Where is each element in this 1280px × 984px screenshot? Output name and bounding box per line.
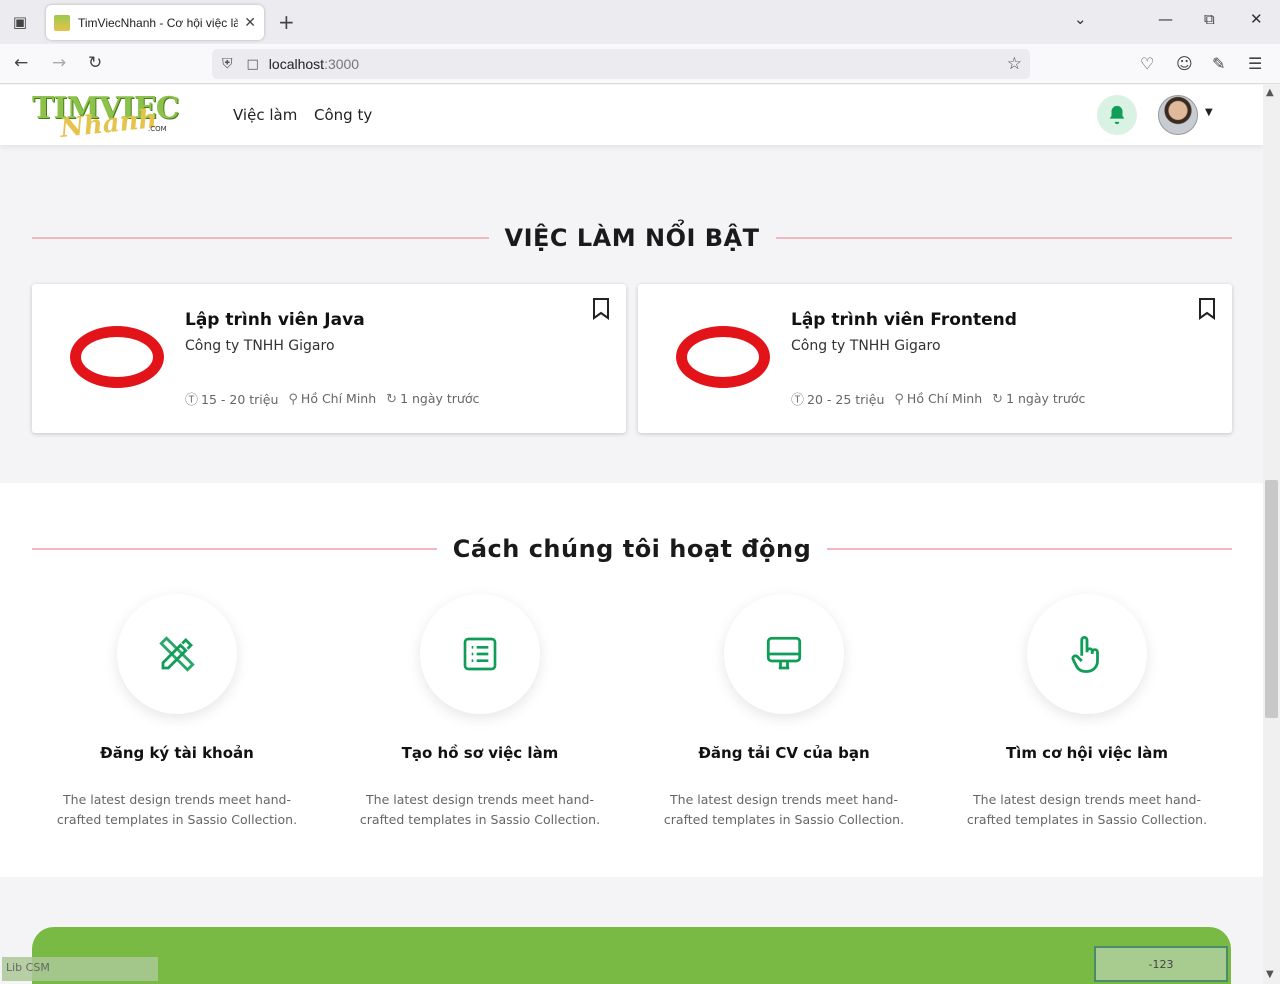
step-description: The latest design trends meet hand-craft…: [966, 792, 1208, 827]
dollar-icon: Ⓣ: [185, 393, 199, 408]
minimize-icon[interactable]: —: [1158, 10, 1173, 28]
company-logo: [70, 326, 164, 388]
clock-icon: ↻: [992, 391, 1004, 407]
step-title: Đăng tải CV của bạn: [698, 744, 870, 762]
bottom-section: [0, 877, 1263, 984]
job-card[interactable]: Lập trình viên Frontend Công ty TNHH Gig…: [638, 284, 1232, 433]
pointer-hand-icon: [1071, 636, 1099, 673]
account-icon[interactable]: ☺: [1176, 54, 1193, 73]
location-pin-icon: ⚲: [288, 391, 298, 407]
divider: [827, 548, 1233, 550]
how-title: Cách chúng tôi hoạt động: [452, 535, 812, 563]
job-company[interactable]: Công ty TNHH Gigaro: [185, 338, 335, 354]
counter-box[interactable]: -123: [1094, 946, 1228, 982]
new-tab-button[interactable]: +: [278, 10, 295, 34]
location: ⚲ Hồ Chí Minh: [894, 390, 983, 407]
step-item: Tìm cơ hội việc làm The latest design tr…: [947, 594, 1227, 830]
featured-title: VIỆC LÀM NỔI BẬT: [504, 224, 760, 252]
scroll-thumb[interactable]: [1265, 480, 1278, 718]
page-scrollbar[interactable]: ▲ ▼: [1263, 85, 1280, 984]
posted-time: ↻ 1 ngày trước: [992, 390, 1086, 407]
monitor-icon: [766, 636, 802, 670]
browser-nav-bar: ← → ↻ ⛨ □ localhost:3000 ☆ ♡ ☺ ✎ ☰: [0, 44, 1280, 84]
menu-item-jobs[interactable]: Việc làm: [233, 106, 297, 124]
forward-icon[interactable]: →: [52, 53, 66, 73]
job-title[interactable]: Lập trình viên Frontend: [791, 310, 1017, 330]
list-icon: [463, 637, 497, 671]
caret-down-icon[interactable]: ▼: [1205, 107, 1213, 118]
salary: Ⓣ 20 - 25 triệu: [791, 392, 885, 408]
restore-icon[interactable]: ⧉: [1204, 10, 1215, 28]
bell-icon: [1109, 105, 1125, 125]
job-title[interactable]: Lập trình viên Java: [185, 310, 365, 330]
tab-list-icon[interactable]: ▣: [0, 0, 40, 44]
step-title: Đăng ký tài khoản: [100, 744, 254, 762]
pencil-ruler-icon: [159, 636, 195, 672]
reload-icon[interactable]: ↻: [88, 53, 102, 73]
step-description: The latest design trends meet hand-craft…: [663, 792, 905, 827]
shield-icon[interactable]: ⛨: [222, 56, 233, 72]
dollar-icon: Ⓣ: [791, 393, 805, 408]
location: ⚲ Hồ Chí Minh: [288, 390, 377, 407]
notification-button[interactable]: [1097, 95, 1137, 135]
job-card[interactable]: Lập trình viên Java Công ty TNHH Gigaro …: [32, 284, 626, 433]
posted-time: ↻ 1 ngày trước: [386, 390, 480, 407]
pocket-icon[interactable]: ♡: [1140, 54, 1154, 73]
clock-icon: ↻: [386, 391, 398, 407]
step-icon-circle: [1027, 594, 1147, 714]
step-item: Tạo hồ sơ việc làm The latest design tre…: [340, 594, 620, 830]
bookmark-star-icon[interactable]: ☆: [1007, 54, 1022, 74]
window-close-icon[interactable]: ✕: [1250, 10, 1263, 28]
step-icon-circle: [724, 594, 844, 714]
featured-title-row: VIỆC LÀM NỔI BẬT: [32, 224, 1233, 252]
browser-tab[interactable]: TimViecNhanh - Cơ hội việc làm ✕: [46, 5, 264, 40]
job-company[interactable]: Công ty TNHH Gigaro: [791, 338, 941, 354]
favicon-icon: [54, 14, 70, 31]
divider: [32, 237, 489, 239]
url-bar[interactable]: ⛨ □ localhost:3000 ☆: [212, 49, 1030, 79]
step-title: Tìm cơ hội việc làm: [1005, 744, 1169, 762]
avatar[interactable]: [1158, 95, 1198, 135]
job-meta: Ⓣ 20 - 25 triệu ⚲ Hồ Chí Minh ↻ 1 ngày trướ…: [791, 389, 1086, 409]
job-meta: Ⓣ 15 - 20 triệu ⚲ Hồ Chí Minh ↻ 1 ngày trướ…: [185, 389, 480, 409]
lib-csm-label: Lib CSM: [2, 957, 158, 981]
step-title: Tạo hồ sơ việc làm: [401, 744, 559, 762]
back-icon[interactable]: ←: [14, 53, 28, 73]
page-viewport: TIMVIEC Nhanh .COM Việc làm Công ty ▼ VI…: [0, 85, 1263, 984]
scroll-down-icon[interactable]: ▼: [1266, 969, 1274, 980]
step-description: The latest design trends meet hand-craft…: [56, 792, 298, 827]
step-item: Đăng ký tài khoản The latest design tren…: [37, 594, 317, 830]
close-tab-icon[interactable]: ✕: [244, 15, 256, 31]
step-item: Đăng tải CV của bạn The latest design tr…: [644, 594, 924, 830]
menu-icon[interactable]: ☰: [1248, 54, 1262, 73]
featured-jobs-section: VIỆC LÀM NỔI BẬT Lập trình viên Java Côn…: [0, 172, 1263, 483]
how-it-works-section: Cách chúng tôi hoạt động Đăng ký tài kho…: [0, 483, 1263, 877]
page-icon: □: [246, 56, 259, 72]
site-logo[interactable]: TIMVIEC Nhanh .COM: [32, 89, 180, 144]
how-title-row: Cách chúng tôi hoạt động: [32, 535, 1233, 563]
divider: [32, 548, 437, 550]
green-banner: [32, 927, 1231, 984]
step-icon-circle: [117, 594, 237, 714]
scroll-up-icon[interactable]: ▲: [1266, 87, 1274, 98]
bookmark-icon[interactable]: [1198, 298, 1216, 320]
step-icon-circle: [420, 594, 540, 714]
tab-overflow-chevron-icon[interactable]: ⌄: [1074, 10, 1087, 28]
bookmark-icon[interactable]: [592, 298, 610, 320]
extensions-icon[interactable]: ✎: [1212, 54, 1225, 73]
company-logo: [676, 326, 770, 388]
location-pin-icon: ⚲: [894, 391, 904, 407]
divider: [775, 237, 1233, 239]
salary: Ⓣ 15 - 20 triệu: [185, 392, 279, 408]
browser-tab-bar: ▣ TimViecNhanh - Cơ hội việc làm ✕ + ⌄ —…: [0, 0, 1280, 44]
menu-item-companies[interactable]: Công ty: [314, 106, 372, 124]
site-header: TIMVIEC Nhanh .COM Việc làm Công ty ▼: [0, 85, 1263, 145]
tab-title: TimViecNhanh - Cơ hội việc làm: [78, 15, 239, 30]
step-description: The latest design trends meet hand-craft…: [359, 792, 601, 827]
url-text[interactable]: localhost:3000: [269, 56, 359, 72]
